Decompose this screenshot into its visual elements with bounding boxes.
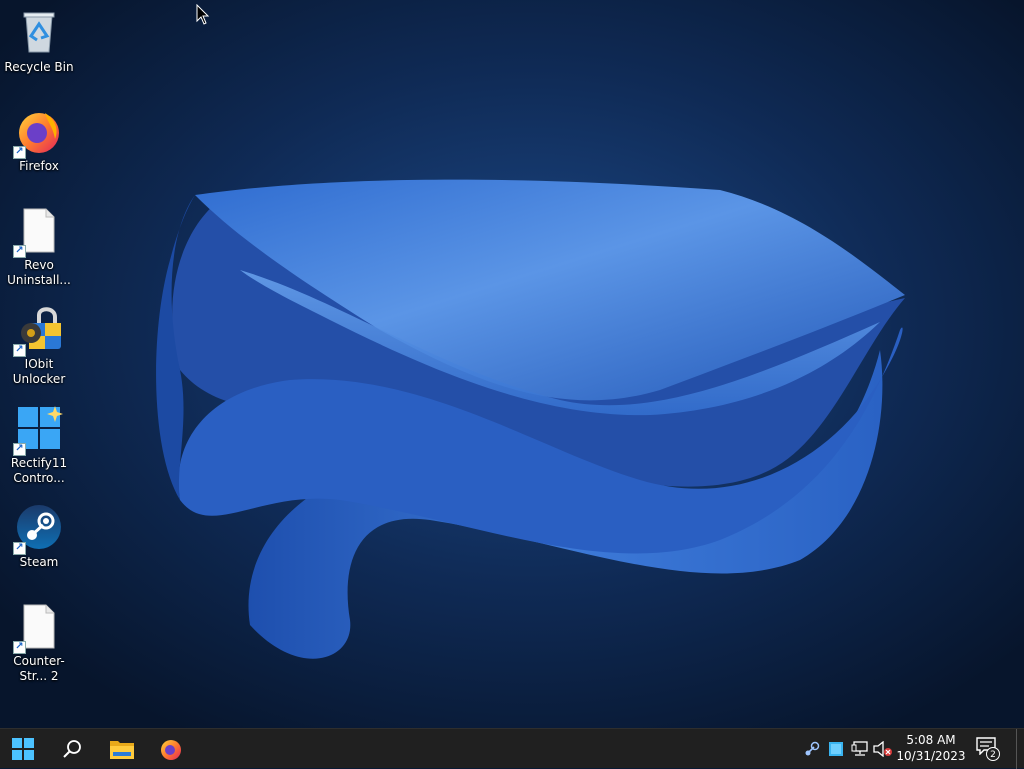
desktop-icon-revo-uninstaller[interactable]: ↗ Revo Uninstall...: [2, 202, 76, 294]
desktop-icon-firefox[interactable]: ↗ Firefox: [2, 103, 76, 195]
desktop-icon-recycle-bin[interactable]: Recycle Bin: [2, 4, 76, 96]
desktop-icon-label: Revo Uninstall...: [7, 258, 71, 287]
taskbar: 5:08 AM 10/31/2023 2: [0, 728, 1024, 769]
desktop-icon-label: Firefox: [19, 159, 59, 173]
network-icon[interactable]: [850, 739, 870, 759]
start-icon: [12, 738, 34, 760]
file-explorer-button[interactable]: [99, 729, 145, 769]
wallpaper: [0, 0, 1024, 728]
desktop[interactable]: Recycle Bin ↗ Firefox ↗ Revo Uninstall..…: [0, 0, 1024, 728]
file-explorer-icon: [110, 741, 134, 759]
desktop-icon-label: Recycle Bin: [4, 60, 74, 74]
desktop-icon-label: IObit Unlocker: [12, 357, 66, 386]
mouse-cursor-icon: [196, 4, 210, 25]
notification-count-badge: 2: [986, 747, 1000, 761]
desktop-icon-steam[interactable]: ↗ Steam: [2, 499, 76, 591]
search-button[interactable]: [49, 729, 95, 769]
recycle-bin-icon: [23, 12, 55, 53]
desktop-icon-rectify11[interactable]: ↗ Rectify11 Contro...: [2, 400, 76, 492]
clock-time: 5:08 AM: [906, 733, 956, 747]
taskbar-clock[interactable]: 5:08 AM 10/31/2023: [894, 732, 968, 766]
firefox-taskbar-button[interactable]: [148, 729, 194, 769]
shortcut-arrow-icon: ↗: [13, 542, 26, 555]
show-desktop-button[interactable]: [1016, 729, 1024, 769]
steam-tray-icon[interactable]: [802, 739, 822, 759]
start-button[interactable]: [0, 729, 46, 769]
desktop-icon-counter-strike-2[interactable]: ↗ Counter-Str... 2: [2, 598, 76, 690]
desktop-icon-label: Rectify11 Contro...: [10, 456, 68, 485]
shortcut-arrow-icon: ↗: [13, 641, 26, 654]
clock-date: 10/31/2023: [896, 749, 966, 763]
search-icon: [63, 740, 81, 758]
desktop-icon-label: Counter-Str... 2: [13, 654, 65, 683]
desktop-icon-iobit-unlocker[interactable]: ↗ IObit Unlocker: [2, 301, 76, 393]
shortcut-arrow-icon: ↗: [13, 344, 26, 357]
shortcut-arrow-icon: ↗: [13, 245, 26, 258]
shortcut-arrow-icon: ↗: [13, 146, 26, 159]
firefox-icon: [161, 740, 181, 760]
volume-muted-icon[interactable]: [873, 739, 893, 759]
app-tray-icon[interactable]: [826, 739, 846, 759]
desktop-icon-label: Steam: [19, 555, 59, 569]
notification-center-button[interactable]: 2: [976, 737, 1000, 761]
shortcut-arrow-icon: ↗: [13, 443, 26, 456]
